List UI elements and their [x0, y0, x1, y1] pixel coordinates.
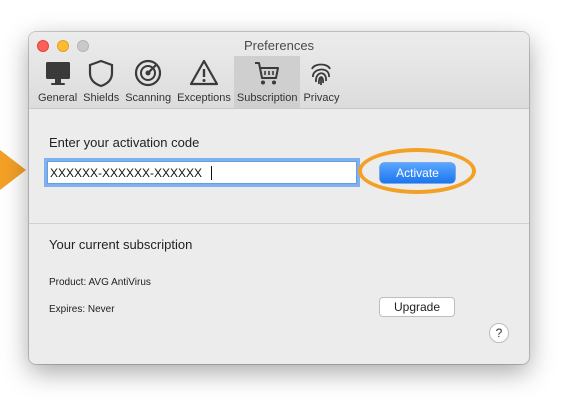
tab-label: Privacy — [303, 92, 340, 104]
tab-privacy[interactable]: Privacy — [300, 56, 342, 108]
text-cursor — [211, 166, 212, 180]
activation-code-input[interactable] — [47, 161, 357, 184]
subscription-heading: Your current subscription — [49, 237, 193, 252]
radar-icon — [135, 59, 162, 87]
cart-icon — [255, 62, 280, 85]
shield-icon — [89, 59, 114, 88]
expires-label: Expires: Never — [49, 304, 115, 315]
tab-exceptions[interactable]: Exceptions — [174, 56, 234, 108]
activation-heading: Enter your activation code — [49, 135, 200, 150]
tab-label: Exceptions — [177, 92, 231, 104]
subscription-pane: Enter your activation code Activate Your… — [29, 109, 529, 364]
tab-general[interactable]: General — [35, 56, 80, 108]
tab-shields[interactable]: Shields — [80, 56, 122, 108]
titlebar: Preferences General Shields Scanning Exc… — [29, 32, 529, 109]
section-divider — [29, 223, 529, 224]
activate-button[interactable]: Activate — [380, 163, 455, 183]
tab-subscription[interactable]: Subscription — [233, 56, 301, 108]
tab-label: Subscription — [236, 92, 298, 104]
preferences-toolbar: General Shields Scanning Exceptions Subs… — [35, 56, 343, 108]
tab-label: General — [38, 92, 78, 104]
preferences-window: Preferences General Shields Scanning Exc… — [29, 32, 529, 364]
warning-icon — [189, 59, 219, 86]
product-label: Product: AVG AntiVirus — [49, 277, 151, 288]
help-button[interactable]: ? — [489, 323, 509, 343]
tab-label: Shields — [83, 92, 120, 104]
monitor-icon — [45, 62, 70, 85]
tab-scanning[interactable]: Scanning — [122, 56, 174, 108]
tab-label: Scanning — [125, 92, 172, 104]
upgrade-button[interactable]: Upgrade — [379, 297, 455, 317]
pointer-arrow — [0, 150, 26, 190]
fingerprint-icon — [311, 63, 332, 85]
window-title: Preferences — [243, 38, 315, 53]
